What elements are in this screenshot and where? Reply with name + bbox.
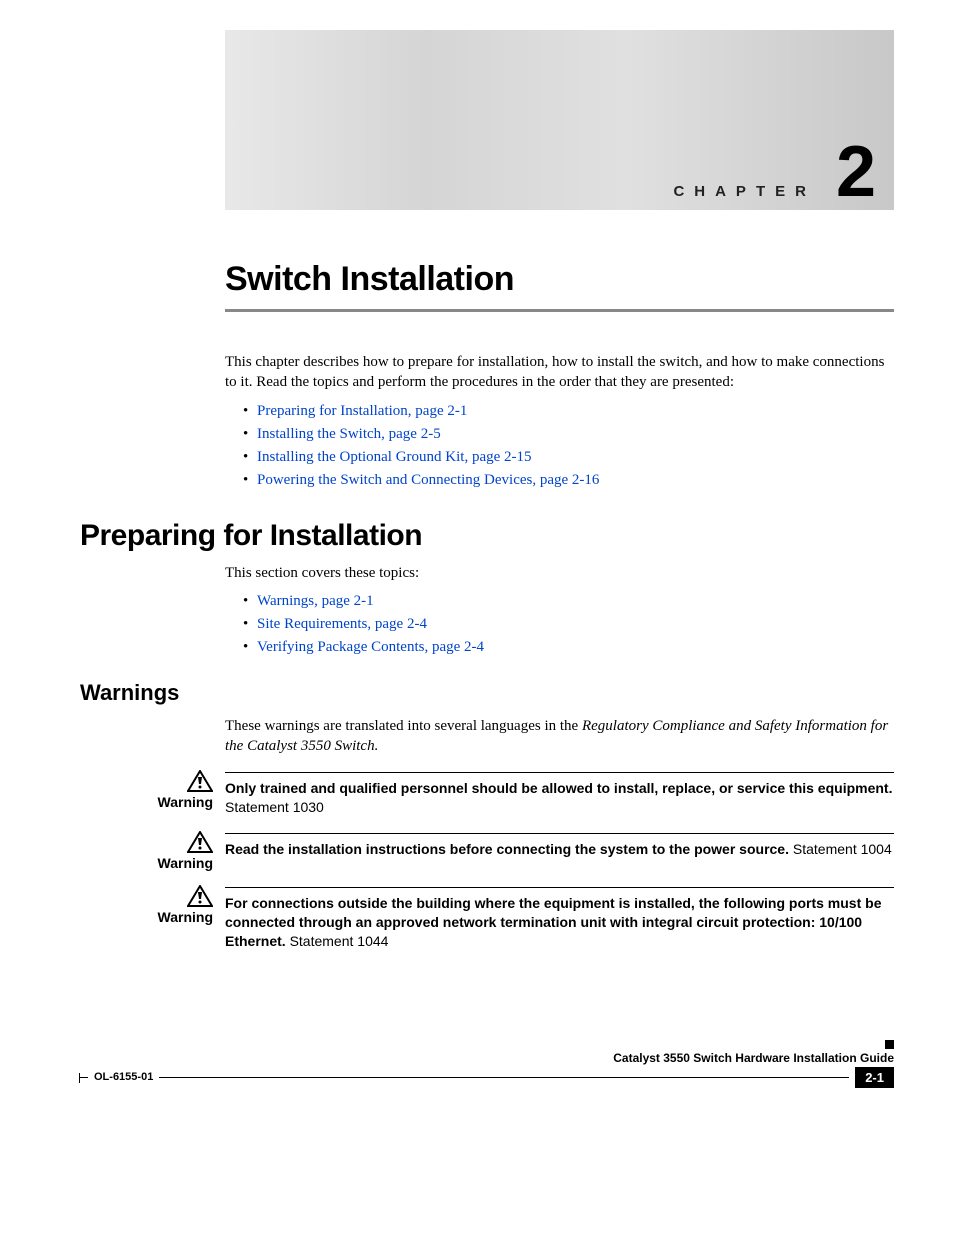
toc-link[interactable]: Warnings, page 2-1 — [257, 593, 374, 609]
warning-rule — [225, 772, 894, 773]
warning-text: Only trained and qualified personnel sho… — [225, 779, 894, 817]
footer-rule — [159, 1077, 849, 1078]
list-item: Verifying Package Contents, page 2-4 — [243, 639, 894, 656]
warning-icon — [187, 831, 213, 853]
preparing-intro: This section covers these topics: — [225, 563, 894, 583]
toc-link[interactable]: Verifying Package Contents, page 2-4 — [257, 639, 484, 655]
page-footer: Catalyst 3550 Switch Hardware Installati… — [80, 1051, 894, 1098]
warning-text: For connections outside the building whe… — [225, 894, 894, 951]
subsection-heading-warnings: Warnings — [80, 680, 894, 706]
toc-link[interactable]: Preparing for Installation, page 2-1 — [257, 403, 467, 419]
warning-rest: Statement 1030 — [225, 799, 324, 815]
toc-link[interactable]: Site Requirements, page 2-4 — [257, 616, 427, 632]
footer-guide-title: Catalyst 3550 Switch Hardware Installati… — [80, 1051, 894, 1065]
toc-link[interactable]: Installing the Optional Ground Kit, page… — [257, 449, 532, 465]
warning-bold: Only trained and qualified personnel sho… — [225, 780, 892, 796]
toc-link[interactable]: Installing the Switch, page 2-5 — [257, 426, 441, 442]
warning-icon — [187, 770, 213, 792]
list-item: Preparing for Installation, page 2-1 — [243, 403, 894, 420]
warning-block: Warning For connections outside the buil… — [80, 885, 894, 951]
warning-label: Warning — [158, 794, 213, 810]
warning-text: Read the installation instructions befor… — [225, 840, 894, 859]
warning-icon — [187, 885, 213, 907]
warning-rest: Statement 1004 — [789, 841, 892, 857]
chapter-number: 2 — [836, 144, 876, 202]
footer-marker — [885, 1040, 894, 1049]
chapter-label: CHAPTER — [673, 183, 816, 200]
section-heading-preparing: Preparing for Installation — [80, 519, 894, 553]
toc-link[interactable]: Powering the Switch and Connecting Devic… — [257, 472, 599, 488]
list-item: Installing the Switch, page 2-5 — [243, 426, 894, 443]
intro-paragraph: This chapter describes how to prepare fo… — [225, 352, 894, 393]
warning-bold: Read the installation instructions befor… — [225, 841, 789, 857]
preparing-toc: Warnings, page 2-1 Site Requirements, pa… — [225, 593, 894, 656]
chapter-banner: CHAPTER 2 — [225, 30, 894, 210]
chapter-title: Switch Installation — [225, 260, 894, 299]
footer-rule — [80, 1077, 88, 1078]
list-item: Powering the Switch and Connecting Devic… — [243, 472, 894, 489]
footer-doc-id: OL-6155-01 — [88, 1071, 159, 1083]
list-item: Warnings, page 2-1 — [243, 593, 894, 610]
warnings-intro-prefix: These warnings are translated into sever… — [225, 718, 582, 734]
warning-label: Warning — [158, 909, 213, 925]
list-item: Installing the Optional Ground Kit, page… — [243, 449, 894, 466]
list-item: Site Requirements, page 2-4 — [243, 616, 894, 633]
footer-page-number: 2-1 — [855, 1067, 894, 1088]
warning-block: Warning Read the installation instructio… — [80, 831, 894, 871]
warning-block: Warning Only trained and qualified perso… — [80, 770, 894, 817]
title-rule — [225, 309, 894, 312]
warning-label: Warning — [158, 855, 213, 871]
warning-rule — [225, 833, 894, 834]
warning-rest: Statement 1044 — [286, 933, 389, 949]
warning-rule — [225, 887, 894, 888]
intro-toc: Preparing for Installation, page 2-1 Ins… — [225, 403, 894, 489]
warnings-intro: These warnings are translated into sever… — [225, 716, 894, 757]
